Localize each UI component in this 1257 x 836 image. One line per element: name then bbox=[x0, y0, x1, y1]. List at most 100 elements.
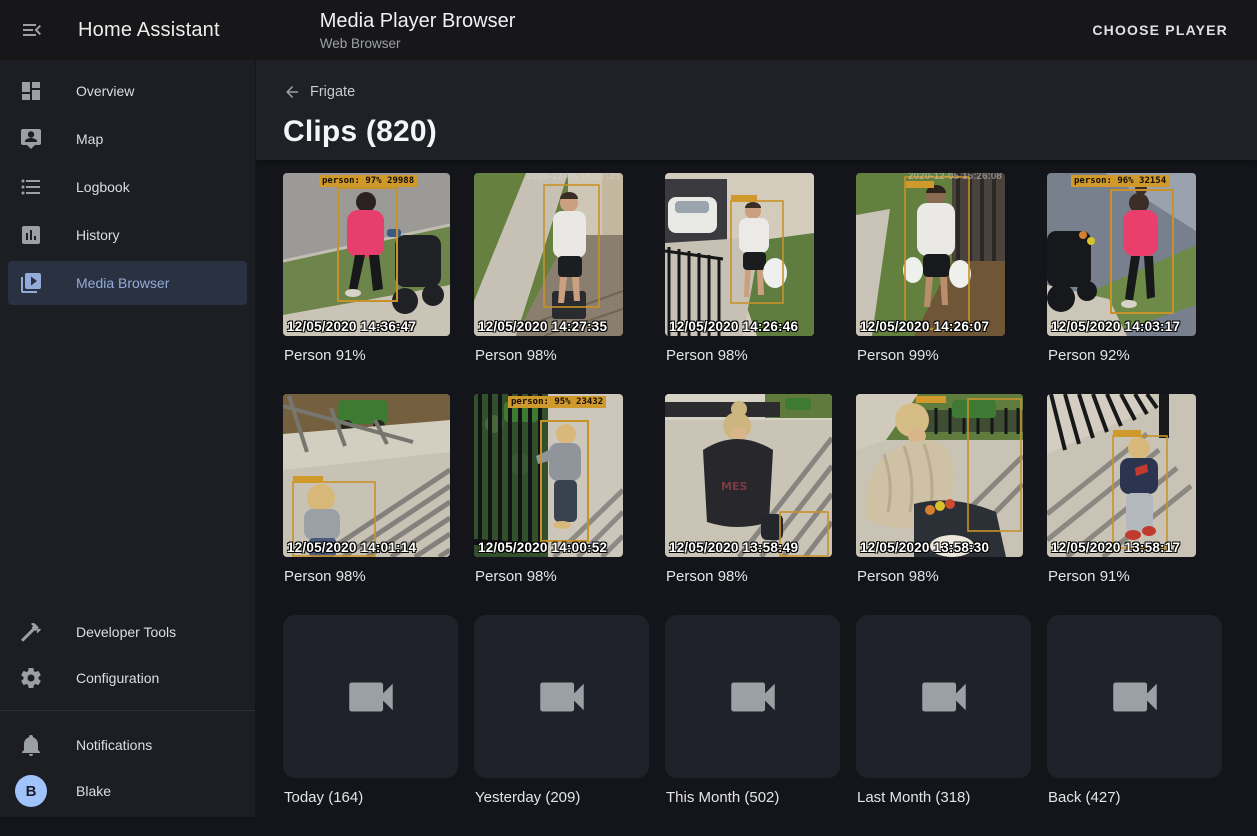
sidebar: Overview Map Logbook History Media Brows… bbox=[0, 60, 256, 817]
play-box-multiple-icon bbox=[19, 271, 43, 295]
dashboard-icon bbox=[19, 79, 43, 103]
detection-label: person: 96% 32154 bbox=[1071, 175, 1169, 187]
clip-label: Person 98% bbox=[284, 567, 458, 587]
clip-timestamp: 12/05/2020 13:58:49 bbox=[669, 540, 798, 555]
clip-timestamp: 12/05/2020 14:27:35 bbox=[478, 319, 607, 334]
clip-label: Person 99% bbox=[857, 346, 1031, 366]
clip-thumbnail-8[interactable]: MES 12/05/2020 13:58:49 bbox=[665, 394, 832, 557]
hammer-icon bbox=[19, 620, 43, 644]
clip-timestamp: 12/05/2020 14:36:47 bbox=[287, 319, 416, 334]
folder-back[interactable] bbox=[1047, 615, 1222, 778]
video-camera-icon bbox=[342, 668, 400, 726]
folder-cell: This Month (502) bbox=[665, 615, 840, 836]
sidebar-item-label: History bbox=[76, 227, 120, 243]
folder-label: Last Month (318) bbox=[857, 788, 1031, 808]
list-icon bbox=[19, 175, 43, 199]
sidebar-toggle-button[interactable] bbox=[20, 18, 44, 42]
camera-osd-text: 2020-12-05 15:26:08 bbox=[908, 173, 1002, 182]
sidebar-divider bbox=[0, 710, 255, 711]
main-content: Frigate Clips (820) bbox=[256, 0, 1257, 836]
folder-this-month[interactable] bbox=[665, 615, 840, 778]
folder-label: This Month (502) bbox=[666, 788, 840, 808]
clip-cell: person: 96% 32154 12/05/2020 14:03:17 Pe… bbox=[1047, 173, 1222, 394]
clip-thumbnail-3[interactable]: 12/05/2020 14:26:46 bbox=[665, 173, 814, 336]
clip-thumbnail-9[interactable]: 12/05/2020 13:58:30 bbox=[856, 394, 1023, 557]
sidebar-item-history[interactable]: History bbox=[8, 213, 247, 257]
clip-cell: 12/05/2020 14:26:46 Person 98% bbox=[665, 173, 840, 394]
folder-today[interactable] bbox=[283, 615, 458, 778]
video-camera-icon bbox=[533, 668, 591, 726]
clip-cell: person: 95% 23432 12/05/2020 14:00:52 Pe… bbox=[474, 394, 649, 615]
clip-timestamp: 12/05/2020 13:58:17 bbox=[1051, 540, 1180, 555]
svg-text:MES: MES bbox=[721, 480, 747, 493]
gear-icon bbox=[19, 666, 43, 690]
clip-cell: person: 97% 29988 12/05/2020 14:36:47 Pe… bbox=[283, 173, 458, 394]
menu-open-icon bbox=[20, 18, 44, 42]
detection-label: person: 97% 29988 bbox=[319, 175, 417, 187]
app-title: Home Assistant bbox=[78, 19, 220, 42]
clip-label: Person 98% bbox=[666, 567, 840, 587]
breadcrumb-label: Frigate bbox=[310, 84, 355, 100]
sidebar-item-developer-tools[interactable]: Developer Tools bbox=[8, 610, 247, 654]
clip-scene bbox=[856, 173, 1005, 336]
clip-thumbnail-7[interactable]: person: 95% 23432 12/05/2020 14:00:52 bbox=[474, 394, 623, 557]
clip-label: Person 91% bbox=[284, 346, 458, 366]
sidebar-item-label: Developer Tools bbox=[76, 624, 176, 640]
bell-icon bbox=[19, 733, 43, 757]
clip-label: Person 98% bbox=[666, 346, 840, 366]
sidebar-item-map[interactable]: Map bbox=[8, 117, 247, 161]
folder-cell: Last Month (318) bbox=[856, 615, 1031, 836]
sidebar-item-notifications[interactable]: Notifications bbox=[8, 723, 247, 767]
user-name: Blake bbox=[76, 783, 111, 799]
clip-thumbnail-2[interactable]: 2020-12-05 15:27:35 12/05/2020 14:27:35 bbox=[474, 173, 623, 336]
clip-thumbnail-1[interactable]: person: 97% 29988 12/05/2020 14:36:47 bbox=[283, 173, 450, 336]
sidebar-item-overview[interactable]: Overview bbox=[8, 69, 247, 113]
account-location-icon bbox=[19, 127, 43, 151]
page-section-title: Clips (820) bbox=[283, 115, 1257, 149]
clip-scene bbox=[283, 394, 450, 557]
folder-cell: Today (164) bbox=[283, 615, 458, 836]
sidebar-item-label: Map bbox=[76, 131, 103, 147]
video-camera-icon bbox=[1106, 668, 1164, 726]
page-subtitle: Web Browser bbox=[320, 36, 516, 51]
sidebar-item-configuration[interactable]: Configuration bbox=[8, 656, 247, 700]
folder-yesterday[interactable] bbox=[474, 615, 649, 778]
clip-timestamp: 12/05/2020 14:26:46 bbox=[669, 319, 798, 334]
chart-box-icon bbox=[19, 223, 43, 247]
clip-cell: 12/05/2020 14:01:14 Person 98% bbox=[283, 394, 458, 615]
folder-cell: Back (427) bbox=[1047, 615, 1222, 836]
sidebar-item-logbook[interactable]: Logbook bbox=[8, 165, 247, 209]
clip-label: Person 98% bbox=[475, 346, 649, 366]
folder-label: Yesterday (209) bbox=[475, 788, 649, 808]
clip-scene: MES bbox=[665, 394, 832, 557]
detection-label: person: 95% 23432 bbox=[508, 396, 606, 408]
page-heading: Media Player Browser Web Browser bbox=[320, 10, 516, 51]
content-header: Frigate Clips (820) bbox=[256, 60, 1257, 160]
media-grid: person: 97% 29988 12/05/2020 14:36:47 Pe… bbox=[256, 160, 1257, 836]
clip-cell: 2020-12-05 15:26:08 12/05/2020 14:26:07 … bbox=[856, 173, 1031, 394]
clip-label: Person 98% bbox=[475, 567, 649, 587]
clip-cell: 12/05/2020 13:58:30 Person 98% bbox=[856, 394, 1031, 615]
clip-thumbnail-6[interactable]: 12/05/2020 14:01:14 bbox=[283, 394, 450, 557]
clip-thumbnail-5[interactable]: person: 96% 32154 12/05/2020 14:03:17 bbox=[1047, 173, 1196, 336]
sidebar-item-media-browser[interactable]: Media Browser bbox=[8, 261, 247, 305]
sidebar-item-label: Media Browser bbox=[76, 275, 169, 291]
clip-scene bbox=[856, 394, 1023, 557]
sidebar-item-profile[interactable]: B Blake bbox=[8, 769, 247, 813]
sidebar-item-label: Overview bbox=[76, 83, 134, 99]
clip-thumbnail-4[interactable]: 2020-12-05 15:26:08 12/05/2020 14:26:07 bbox=[856, 173, 1005, 336]
video-camera-icon bbox=[724, 668, 782, 726]
page-title: Media Player Browser bbox=[320, 10, 516, 33]
choose-player-button[interactable]: CHOOSE PLAYER bbox=[1084, 14, 1236, 46]
clip-timestamp: 12/05/2020 14:00:52 bbox=[478, 540, 607, 555]
folder-last-month[interactable] bbox=[856, 615, 1031, 778]
app-header: Home Assistant Media Player Browser Web … bbox=[0, 0, 1257, 60]
clip-cell: 12/05/2020 13:58:17 Person 91% bbox=[1047, 394, 1222, 615]
clip-timestamp: 12/05/2020 13:58:30 bbox=[860, 540, 989, 555]
clip-scene bbox=[665, 173, 814, 336]
clip-scene bbox=[474, 394, 623, 557]
clip-timestamp: 12/05/2020 14:01:14 bbox=[287, 540, 416, 555]
clip-thumbnail-10[interactable]: 12/05/2020 13:58:17 bbox=[1047, 394, 1196, 557]
breadcrumb-back-frigate[interactable]: Frigate bbox=[283, 60, 355, 101]
clip-timestamp: 12/05/2020 14:03:17 bbox=[1051, 319, 1180, 334]
